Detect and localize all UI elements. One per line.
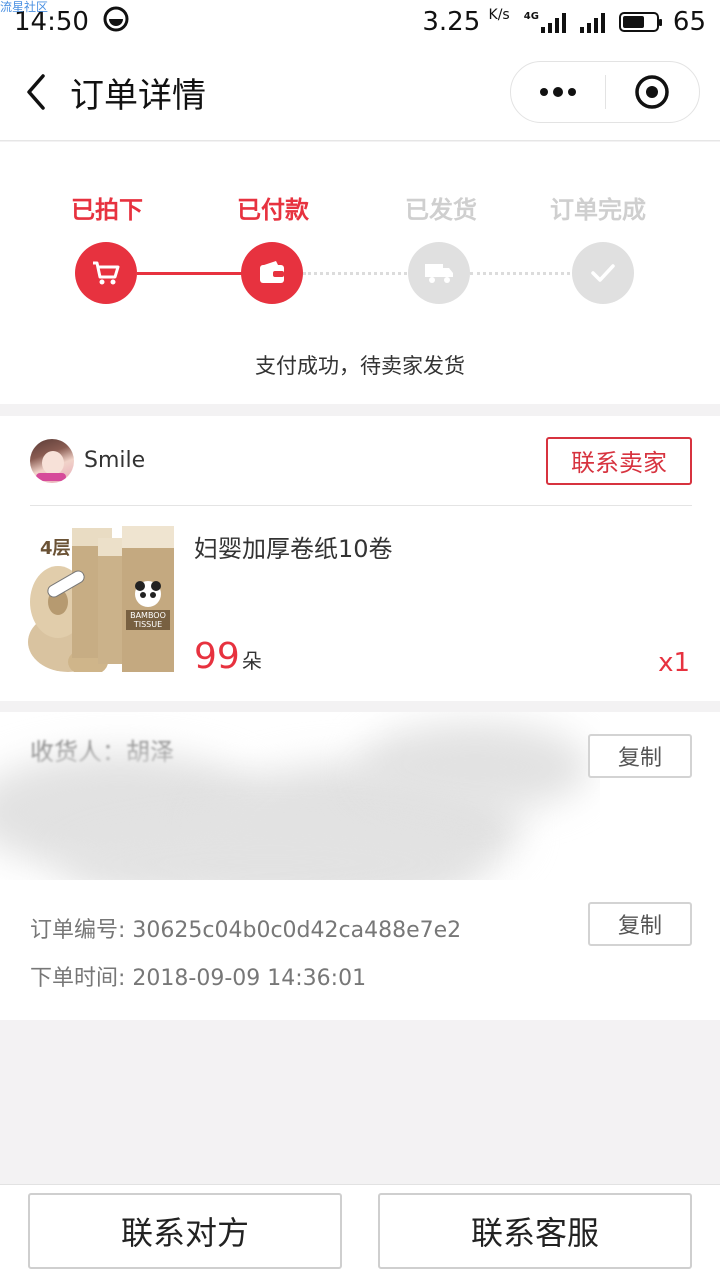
net-speed: 3.25 K/s [422,7,510,37]
product-image[interactable]: 4层 BAMBOO TISSUE [28,522,174,672]
nav-bar: 订单详情 [0,44,720,141]
step-ordered [75,242,137,304]
step-label-completed: 订单完成 [550,196,646,224]
step-paid [241,242,303,304]
step-completed [572,242,634,304]
order-time-label: 下单时间: [30,966,126,991]
order-time-row: 下单时间: 2018-09-09 14:36:01 [30,960,366,992]
order-time: 2018-09-09 14:36:01 [132,966,367,991]
copy-address-button[interactable]: 复制 [588,734,692,778]
product-price: 99 朵 [194,636,262,677]
chevron-left-icon [27,74,45,110]
order-number-label: 订单编号: [30,918,126,943]
order-number-row: 订单编号: 30625c04b0c0d42ca488e7e2 [30,912,461,944]
signal-4g-icon: 4G [524,11,566,33]
back-button[interactable] [0,44,70,141]
battery-level: 65 [672,7,706,37]
net-unit: K/s [488,7,510,23]
wallet-icon [260,261,284,283]
truck-icon [425,264,453,283]
step-shipped [408,242,470,304]
seller-name[interactable]: Smile [84,448,145,473]
signal-icon [579,11,605,33]
address-redacted: 收货人：胡泽 [0,712,600,880]
check-icon [591,264,615,282]
status-bar: 14:50 3.25 K/s 4G 65 [0,0,720,44]
contact-seller-button[interactable]: 联系卖家 [546,436,692,485]
copy-order-number-button[interactable]: 复制 [588,902,692,946]
page-title: 订单详情 [70,75,206,116]
step-label-ordered: 已拍下 [71,196,143,224]
connector-line [303,272,413,275]
order-info: 订单编号: 30625c04b0c0d42ca488e7e2 下单时间: 201… [0,880,720,1020]
more-dots-icon [539,87,576,97]
cart-icon [93,261,120,285]
close-miniprogram-button[interactable] [606,62,700,122]
address-section: 收货人：胡泽 复制 [0,712,720,880]
contact-service-button[interactable]: 联系客服 [378,1193,692,1269]
connector-line [137,272,247,275]
product-card: Smile 联系卖家 4层 BAMBOO TISSUE 妇婴加厚卷纸10卷 99… [0,416,720,701]
connector-line [470,272,576,275]
watermark: 流星社区 [0,0,49,14]
seller-row: Smile 联系卖家 [30,416,692,506]
product-layers-text: 4层 [40,538,71,559]
more-button[interactable] [511,62,605,122]
product-name[interactable]: 妇婴加厚卷纸10卷 [194,529,393,564]
step-label-paid: 已付款 [237,196,309,224]
order-status-text: 支付成功，待卖家发货 [255,354,465,378]
battery-icon [618,12,662,32]
network-type-label: 4G [523,11,539,22]
price-unit: 朵 [241,649,262,673]
notification-icon [103,6,129,39]
step-label-shipped: 已发货 [405,196,477,224]
avatar[interactable] [30,438,74,483]
miniprogram-capsule [510,61,700,123]
bottom-action-bar: 联系对方 联系客服 [0,1184,720,1280]
order-progress: 已拍下 已付款 已发货 订单完成 支付成功，待卖家发货 [0,142,720,404]
product-quantity: x1 [658,648,690,678]
order-number: 30625c04b0c0d42ca488e7e2 [132,918,462,943]
product-brand-line1: BAMBOO [130,611,166,620]
product-brand-line2: TISSUE [133,620,163,629]
target-icon [635,75,669,109]
contact-other-button[interactable]: 联系对方 [28,1193,342,1269]
